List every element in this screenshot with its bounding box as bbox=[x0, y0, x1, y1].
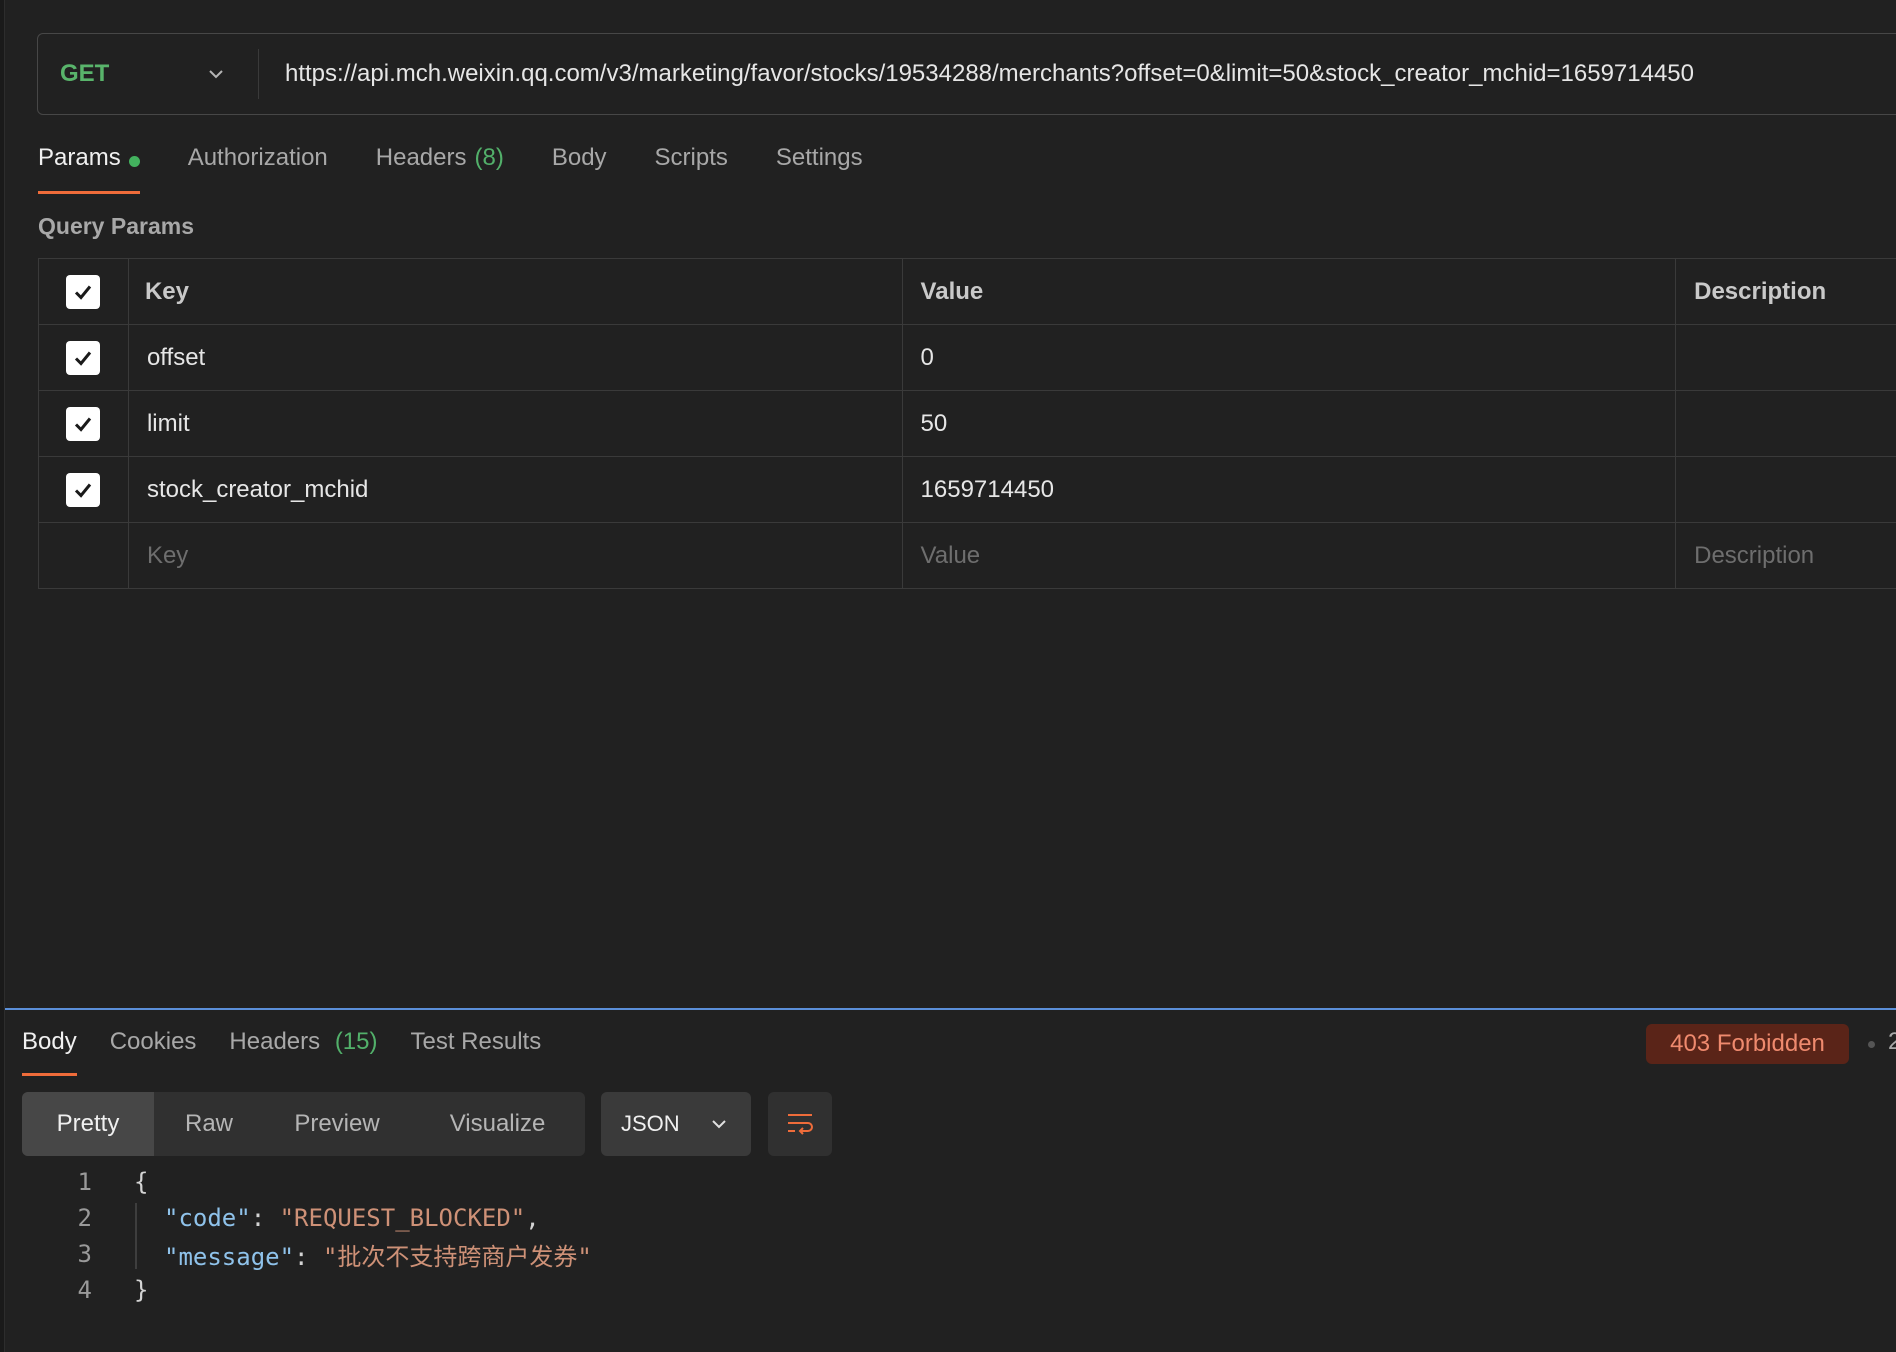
table-row: limit 50 bbox=[39, 391, 1896, 457]
code-text: { bbox=[134, 1168, 149, 1196]
param-value-cell[interactable]: 50 bbox=[903, 391, 1677, 456]
line-number: 3 bbox=[77, 1240, 92, 1268]
view-pretty-button[interactable]: Pretty bbox=[22, 1092, 154, 1156]
param-value-cell[interactable]: 0 bbox=[903, 325, 1677, 390]
json-string: "REQUEST_BLOCKED" bbox=[279, 1204, 526, 1232]
param-enabled-checkbox[interactable] bbox=[66, 340, 101, 375]
status-badge[interactable]: 403 Forbidden bbox=[1646, 1024, 1849, 1064]
pane-resize-handle[interactable] bbox=[5, 1008, 1896, 1010]
tab-response-headers[interactable]: Headers (15) bbox=[229, 1028, 377, 1076]
line-number: 2 bbox=[77, 1204, 92, 1232]
tab-scripts-label: Scripts bbox=[654, 144, 728, 171]
response-headers-count: (15) bbox=[334, 1028, 378, 1055]
tab-settings-label: Settings bbox=[775, 144, 863, 171]
response-body-viewer: 1 { 2 "code": "REQUEST_BLOCKED", 3 "mess… bbox=[0, 1164, 1896, 1308]
column-header-value: Value bbox=[903, 259, 1677, 324]
checkmark-icon bbox=[75, 285, 92, 300]
new-key-input[interactable]: Key bbox=[129, 523, 903, 588]
json-colon: : bbox=[250, 1204, 280, 1232]
new-description-input[interactable]: Description bbox=[1676, 523, 1896, 588]
param-enabled-checkbox[interactable] bbox=[66, 406, 101, 441]
checkmark-icon bbox=[75, 351, 92, 366]
wrap-lines-icon bbox=[788, 1114, 813, 1135]
headers-count: (8) bbox=[474, 144, 504, 171]
tab-headers-label: Headers bbox=[375, 144, 467, 171]
url-input[interactable]: https://api.mch.weixin.qq.com/v3/marketi… bbox=[259, 60, 1694, 88]
param-description-cell[interactable] bbox=[1676, 325, 1896, 390]
api-client: GET https://api.mch.weixin.qq.com/v3/mar… bbox=[0, 0, 1896, 1352]
response-time-fragment: 2 bbox=[1888, 1028, 1896, 1055]
code-text: "message": "批次不支持跨商户发券" bbox=[164, 1237, 592, 1272]
json-key: "code" bbox=[164, 1204, 251, 1232]
wrap-lines-button[interactable] bbox=[768, 1092, 832, 1156]
tab-body-label: Body bbox=[551, 144, 607, 171]
format-select[interactable]: JSON bbox=[601, 1092, 751, 1156]
tab-scripts[interactable]: Scripts bbox=[655, 144, 728, 194]
header-check-cell bbox=[39, 259, 129, 324]
param-description-cell[interactable] bbox=[1676, 391, 1896, 456]
code-line: 4 } bbox=[0, 1272, 1896, 1308]
param-key-cell[interactable]: offset bbox=[129, 325, 903, 390]
format-label: JSON bbox=[621, 1111, 680, 1136]
tab-settings[interactable]: Settings bbox=[776, 144, 863, 194]
tab-authorization[interactable]: Authorization bbox=[188, 144, 328, 194]
json-string: "批次不支持跨商户发券" bbox=[322, 1242, 592, 1271]
chevron-down-icon bbox=[712, 1120, 726, 1129]
column-header-key: Key bbox=[129, 259, 903, 324]
tab-body[interactable]: Body bbox=[552, 144, 607, 194]
method-label: GET bbox=[60, 60, 110, 87]
request-url-bar: GET https://api.mch.weixin.qq.com/v3/mar… bbox=[37, 33, 1896, 115]
tab-params-label: Params bbox=[38, 144, 121, 171]
code-text: "code": "REQUEST_BLOCKED", bbox=[164, 1204, 540, 1232]
table-row: stock_creator_mchid 1659714450 bbox=[39, 457, 1896, 523]
code-text: } bbox=[134, 1276, 149, 1304]
tab-cookies[interactable]: Cookies bbox=[110, 1028, 197, 1076]
json-comma: , bbox=[525, 1204, 540, 1232]
code-line: 1 { bbox=[0, 1164, 1896, 1200]
row-check-cell bbox=[39, 523, 129, 588]
json-key: "message" bbox=[164, 1242, 295, 1271]
param-key-cell[interactable]: stock_creator_mchid bbox=[129, 457, 903, 522]
new-param-row: Key Value Description bbox=[39, 523, 1896, 589]
code-line: 3 "message": "批次不支持跨商户发券" bbox=[0, 1236, 1896, 1272]
params-table: Key Value Description offset 0 limit 50 bbox=[38, 258, 1896, 589]
select-all-checkbox[interactable] bbox=[66, 274, 101, 309]
param-value-cell[interactable]: 1659714450 bbox=[903, 457, 1677, 522]
query-params-title: Query Params bbox=[38, 213, 194, 239]
column-header-description: Description bbox=[1694, 277, 1827, 305]
response-tabs: Body Cookies Headers (15) Test Results bbox=[22, 1028, 574, 1078]
indent-guide bbox=[135, 1203, 137, 1269]
method-select[interactable]: GET bbox=[38, 49, 259, 99]
table-header-row: Key Value Description bbox=[39, 259, 1896, 325]
tab-params[interactable]: Params bbox=[38, 144, 140, 194]
view-preview-button[interactable]: Preview bbox=[264, 1092, 410, 1156]
row-check-cell bbox=[39, 457, 129, 522]
view-mode-group: Pretty Raw Preview Visualize bbox=[22, 1092, 585, 1156]
code-line: 2 "code": "REQUEST_BLOCKED", bbox=[0, 1200, 1896, 1236]
param-description-cell[interactable] bbox=[1676, 457, 1896, 522]
tab-response-headers-label: Headers bbox=[229, 1028, 321, 1055]
status-separator-dot bbox=[1868, 1041, 1875, 1048]
param-key-cell[interactable]: limit bbox=[129, 391, 903, 456]
request-tabs: Params Authorization Headers (8) Body Sc… bbox=[38, 144, 911, 196]
row-check-cell bbox=[39, 391, 129, 456]
param-enabled-checkbox[interactable] bbox=[66, 472, 101, 507]
table-row: offset 0 bbox=[39, 325, 1896, 391]
line-number: 4 bbox=[77, 1276, 92, 1304]
json-colon: : bbox=[294, 1242, 323, 1271]
tab-headers[interactable]: Headers (8) bbox=[376, 144, 504, 194]
tab-authorization-label: Authorization bbox=[187, 144, 328, 171]
params-active-dot-icon bbox=[128, 156, 140, 167]
checkmark-icon bbox=[75, 483, 92, 498]
view-visualize-button[interactable]: Visualize bbox=[410, 1092, 585, 1156]
tab-test-results[interactable]: Test Results bbox=[411, 1028, 542, 1076]
line-number: 1 bbox=[77, 1168, 92, 1196]
sidebar-edge bbox=[0, 0, 5, 1352]
view-raw-button[interactable]: Raw bbox=[154, 1092, 264, 1156]
new-value-input[interactable]: Value bbox=[903, 523, 1677, 588]
row-check-cell bbox=[39, 325, 129, 390]
tab-response-body[interactable]: Body bbox=[22, 1028, 77, 1076]
checkmark-icon bbox=[75, 417, 92, 432]
chevron-down-icon bbox=[209, 70, 223, 79]
